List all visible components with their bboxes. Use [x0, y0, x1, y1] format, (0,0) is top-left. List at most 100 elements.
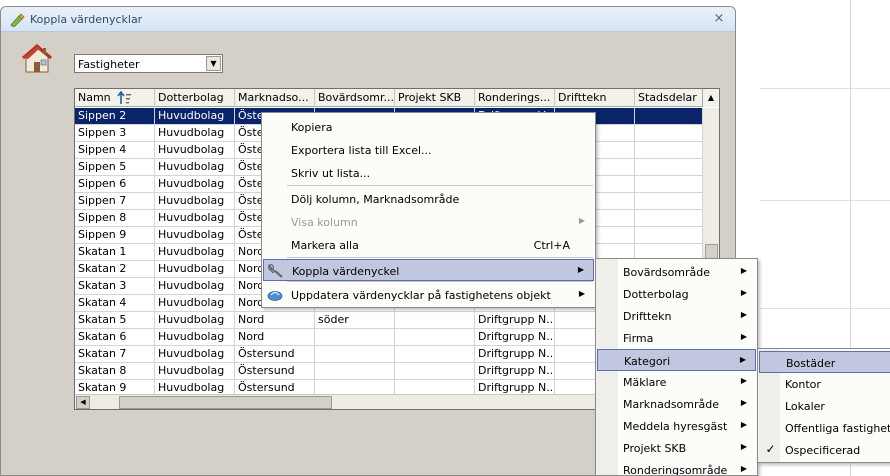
object-type-combo[interactable]: Fastigheter ▼ — [74, 54, 223, 73]
background-line — [760, 308, 890, 309]
column-header[interactable]: Projekt SKB — [395, 89, 475, 107]
table-cell — [315, 329, 395, 346]
table-cell — [635, 227, 703, 244]
submenu-item[interactable]: Firma ▶ — [597, 327, 756, 349]
table-cell: Sippen 7 — [75, 193, 155, 210]
copy-menu-item[interactable]: Kopiera — [263, 116, 594, 138]
menu-item-label: Kategori — [624, 355, 671, 368]
submenu-item[interactable]: Mäklare ▶ — [597, 371, 756, 393]
submenu-arrow-icon: ▶ — [740, 464, 747, 473]
table-cell: Skatan 4 — [75, 295, 155, 312]
submenu-arrow-icon: ▶ — [740, 288, 747, 297]
submenu-arrow-icon: ▶ — [740, 310, 747, 319]
table-cell: Sippen 8 — [75, 210, 155, 227]
menu-item-label: Visa kolumn — [291, 216, 358, 229]
column-header[interactable]: Stadsdelar — [635, 89, 703, 107]
horizontal-scroll-thumb[interactable] — [119, 396, 332, 409]
table-cell: Skatan 3 — [75, 278, 155, 295]
table-cell: Sippen 2 — [75, 108, 155, 125]
select-all-menu-item[interactable]: Markera alla Ctrl+A — [263, 234, 594, 256]
table-cell: Skatan 1 — [75, 244, 155, 261]
hide-column-menu-item[interactable]: Dölj kolumn, Marknadsområde — [263, 188, 594, 210]
table-cell: Skatan 6 — [75, 329, 155, 346]
menu-item-label: Lokaler — [785, 400, 825, 413]
update-value-keys-menu-item[interactable]: Uppdatera värdenycklar på fastighetens o… — [263, 284, 594, 306]
window-title: Koppla värdenycklar — [30, 13, 143, 26]
submenu-arrow-icon: ▶ — [739, 355, 746, 364]
title-bar[interactable]: Koppla värdenycklar × — [1, 7, 735, 32]
column-header[interactable]: Bovärdsomr... — [315, 89, 395, 107]
menu-item-label: Offentliga fastigheter — [785, 422, 890, 435]
category-menu-item[interactable]: Lokaler — [759, 395, 890, 417]
table-cell — [635, 176, 703, 193]
table-cell: Driftgrupp N... — [475, 312, 555, 329]
column-header[interactable]: Marknadso... — [235, 89, 315, 107]
menu-item-label: Drifttekn — [623, 310, 672, 323]
submenu-item[interactable]: Bovärdsområde ▶ — [597, 261, 756, 283]
table-cell — [315, 346, 395, 363]
submenu-item[interactable]: Dotterbolag ▶ — [597, 283, 756, 305]
menu-separator — [287, 257, 593, 258]
table-cell: Huvudbolag — [155, 125, 235, 142]
menu-item-label: Markera alla — [291, 239, 359, 252]
table-cell: Östersund — [235, 346, 315, 363]
table-cell — [635, 210, 703, 227]
export-excel-menu-item[interactable]: Exportera lista till Excel... — [263, 139, 594, 161]
submenu-arrow-icon: ▶ — [578, 216, 585, 225]
table-cell — [395, 329, 475, 346]
submenu-item[interactable]: Meddela hyresgäst ▶ — [597, 415, 756, 437]
column-header[interactable]: Drifttekn — [555, 89, 635, 107]
table-cell: Nord — [235, 329, 315, 346]
table-cell: Huvudbolag — [155, 193, 235, 210]
submenu-item[interactable]: Drifttekn ▶ — [597, 305, 756, 327]
scroll-up-button[interactable]: ▲ — [702, 89, 719, 107]
table-cell: Sippen 6 — [75, 176, 155, 193]
column-header[interactable]: Ronderings... — [475, 89, 555, 107]
table-cell: Driftgrupp N... — [475, 346, 555, 363]
table-cell: Huvudbolag — [155, 176, 235, 193]
submenu-item[interactable]: Kategori ▶ — [597, 349, 756, 371]
background-line — [760, 200, 890, 201]
table-cell — [635, 108, 703, 125]
submenu-arrow-icon: ▶ — [578, 289, 585, 298]
menu-item-label: Mäklare — [623, 376, 667, 389]
submenu-item[interactable]: Marknadsområde ▶ — [597, 393, 756, 415]
kategori-submenu: Bostäder Kontor Lokaler Offentliga fastighe… — [757, 348, 890, 463]
print-list-menu-item[interactable]: Skriv ut lista... — [263, 162, 594, 184]
category-menu-item[interactable]: ✓ Ospecificerad — [759, 439, 890, 461]
table-cell: Huvudbolag — [155, 312, 235, 329]
table-cell: Huvudbolag — [155, 278, 235, 295]
menu-separator — [287, 185, 593, 186]
column-header[interactable]: Dotterbolag — [155, 89, 235, 107]
checkmark-icon: ✓ — [765, 442, 776, 456]
menu-item-label: Kontor — [785, 378, 821, 391]
table-cell: Driftgrupp N... — [475, 363, 555, 380]
table-cell: Sippen 5 — [75, 159, 155, 176]
table-cell: Huvudbolag — [155, 261, 235, 278]
menu-item-label: Projekt SKB — [623, 442, 687, 455]
category-menu-item[interactable]: Offentliga fastigheter — [759, 417, 890, 439]
table-cell — [395, 363, 475, 380]
show-column-menu-item[interactable]: Visa kolumn ▶ — [263, 211, 594, 233]
menu-item-label: Kopiera — [291, 121, 333, 134]
submenu-arrow-icon: ▶ — [740, 266, 747, 275]
menu-item-label: Skriv ut lista... — [291, 167, 371, 180]
menu-item-label: Uppdatera värdenycklar på fastighetens o… — [291, 289, 551, 302]
category-menu-item[interactable]: Bostäder — [759, 351, 890, 373]
link-value-key-menu-item[interactable]: Koppla värdenyckel ▶ — [263, 259, 594, 281]
close-button[interactable]: × — [712, 11, 726, 27]
table-cell — [395, 312, 475, 329]
menu-separator — [287, 281, 593, 282]
table-cell: Huvudbolag — [155, 210, 235, 227]
sort-ascending-icon[interactable] — [117, 91, 133, 105]
column-header[interactable]: Namn — [75, 89, 155, 107]
category-menu-item[interactable]: Kontor — [759, 373, 890, 395]
submenu-arrow-icon: ▶ — [740, 442, 747, 451]
submenu-item[interactable]: Projekt SKB ▶ — [597, 437, 756, 459]
combo-value: Fastigheter — [78, 58, 140, 71]
chevron-down-icon[interactable]: ▼ — [206, 56, 221, 71]
menu-item-label: Ronderingsområde — [623, 464, 728, 476]
scroll-left-button[interactable]: ◀ — [76, 396, 90, 409]
submenu-item[interactable]: Ronderingsområde ▶ — [597, 459, 756, 476]
menu-item-label: Dölj kolumn, Marknadsområde — [291, 193, 460, 206]
